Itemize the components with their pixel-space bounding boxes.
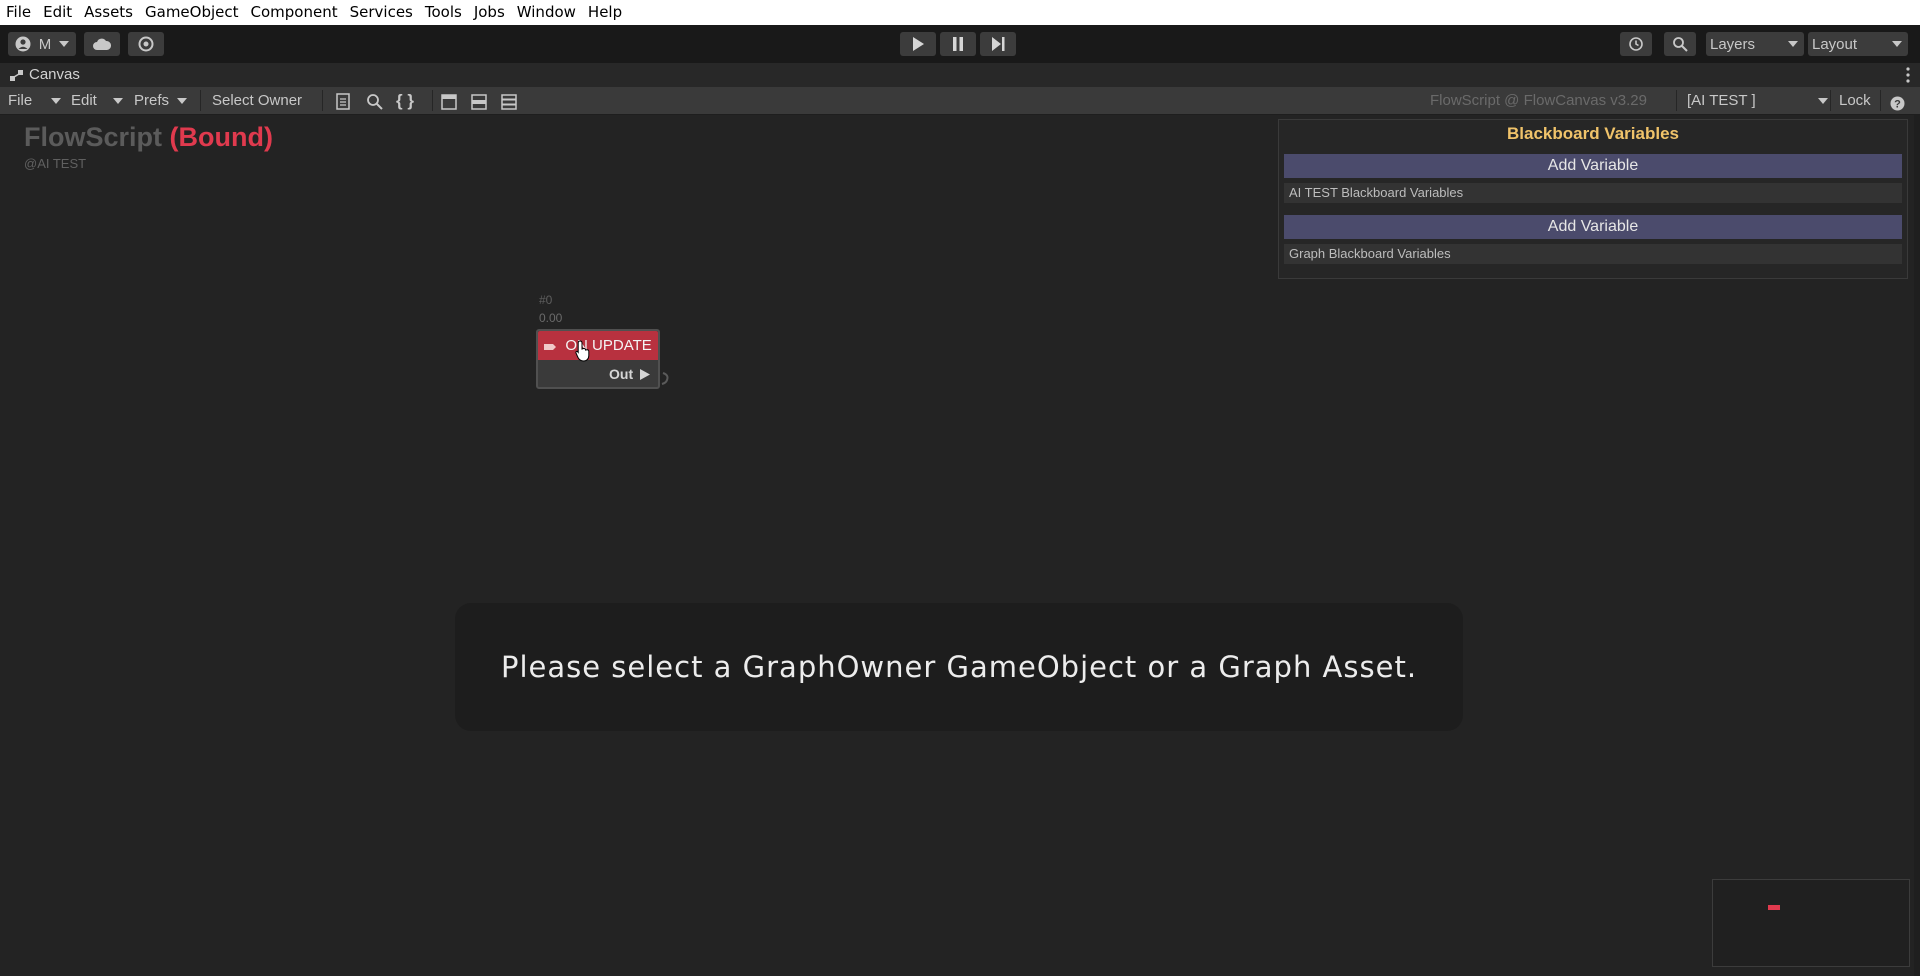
menu-help[interactable]: Help (582, 0, 628, 25)
node-header[interactable]: ON UPDATE (538, 331, 658, 360)
graph-owner-label: @AI TEST (24, 156, 87, 171)
layout-dropdown[interactable]: Layout (1808, 32, 1908, 56)
layers-dropdown[interactable]: Layers (1706, 32, 1804, 56)
search-button[interactable] (1664, 32, 1696, 56)
add-graph-variable-button[interactable]: Add Variable (1284, 215, 1902, 239)
select-owner-button[interactable]: Select Owner (212, 87, 302, 114)
chevron-down-icon (59, 41, 70, 47)
graph-bound-badge: (Bound) (169, 122, 273, 152)
lock-button[interactable]: Lock (1839, 87, 1871, 114)
panel-list-icon[interactable] (501, 92, 517, 110)
menu-bar: File Edit Assets GameObject Component Se… (0, 0, 1920, 25)
account-label: M (38, 35, 52, 53)
menu-services[interactable]: Services (344, 0, 419, 25)
mouse-cursor-icon (575, 340, 591, 367)
blackboard-title: Blackboard Variables (1507, 124, 1679, 143)
graph-title: FlowScript (Bound) (24, 122, 273, 153)
divider (200, 90, 201, 111)
history-button[interactable] (1620, 32, 1652, 56)
target-dropdown[interactable]: [AI TEST ] (1687, 87, 1830, 114)
collab-icon (138, 36, 154, 52)
out-port[interactable]: Out (609, 366, 650, 383)
chevron-down-icon (1892, 41, 1902, 47)
step-button[interactable] (980, 32, 1016, 56)
canvas-tab-icon (10, 69, 26, 86)
pause-icon (952, 37, 964, 51)
minimap-node (1768, 905, 1780, 910)
account-dropdown[interactable]: M (8, 32, 76, 56)
graph-blackboard-section[interactable]: Graph Blackboard Variables (1284, 244, 1902, 264)
tab-canvas[interactable]: Canvas (29, 66, 80, 83)
flow-arrow-icon (640, 367, 650, 383)
menu-file[interactable]: File (0, 0, 37, 25)
menu-window[interactable]: Window (511, 0, 582, 25)
menu-assets[interactable]: Assets (78, 0, 139, 25)
main-toolbar: M Layers Layout (0, 25, 1920, 63)
window-tab-bar: Canvas (0, 63, 1920, 87)
target-label: [AI TEST ] (1687, 92, 1756, 109)
minimap[interactable] (1712, 879, 1910, 967)
select-owner-message: Please select a GraphOwner GameObject or… (455, 603, 1463, 731)
document-icon[interactable] (336, 92, 350, 110)
layout-label: Layout (1812, 35, 1858, 53)
collab-button[interactable] (128, 32, 164, 56)
add-variable-button[interactable]: Add Variable (1284, 154, 1902, 178)
panel-top-icon[interactable] (441, 92, 457, 110)
cloud-icon (93, 38, 111, 50)
version-label: FlowScript @ FlowCanvas v3.29 (1430, 92, 1647, 109)
play-button[interactable] (900, 32, 936, 56)
help-icon[interactable]: ? (1890, 93, 1905, 111)
braces-icon[interactable]: { } (396, 87, 414, 114)
prefs-menu-label: Prefs (134, 92, 170, 109)
menu-edit[interactable]: Edit (37, 0, 78, 25)
menu-jobs[interactable]: Jobs (468, 0, 511, 25)
out-port-connector[interactable] (661, 372, 671, 391)
svg-text:?: ? (1894, 99, 1901, 111)
editor-toolbar: File Edit Prefs Select Owner { } FlowScr… (0, 87, 1920, 115)
menu-tools[interactable]: Tools (419, 0, 468, 25)
search-icon (1672, 36, 1688, 52)
graph-title-name: FlowScript (24, 122, 163, 152)
blackboard-panel: Blackboard Variables Add Variable AI TES… (1278, 119, 1908, 279)
cloud-button[interactable] (84, 32, 120, 56)
account-icon (15, 36, 31, 52)
panel-split-icon[interactable] (471, 92, 487, 110)
file-menu-label: File (8, 92, 33, 109)
divider (1676, 90, 1677, 111)
history-icon (1628, 36, 1644, 52)
prefs-menu[interactable]: Prefs (134, 87, 189, 114)
out-port-label: Out (609, 366, 634, 382)
play-icon (912, 37, 924, 51)
divider (432, 90, 433, 111)
message-text: Please select a GraphOwner GameObject or… (500, 650, 1418, 684)
divider (322, 90, 323, 111)
divider (1830, 90, 1831, 111)
vertical-scrollbar[interactable] (1914, 115, 1920, 976)
menu-component[interactable]: Component (245, 0, 344, 25)
node-time: 0.00 (539, 311, 563, 325)
pause-button[interactable] (940, 32, 976, 56)
on-update-node[interactable]: ON UPDATE Out (536, 329, 660, 389)
step-icon (991, 37, 1005, 51)
more-options-icon[interactable] (1906, 67, 1910, 87)
event-icon (544, 332, 557, 361)
ai-test-blackboard-section[interactable]: AI TEST Blackboard Variables (1284, 183, 1902, 203)
search-icon[interactable] (366, 92, 383, 110)
node-index: #0 (539, 293, 553, 307)
file-menu[interactable]: File (8, 87, 63, 114)
divider (1880, 90, 1881, 111)
edit-menu[interactable]: Edit (71, 87, 125, 114)
edit-menu-label: Edit (71, 92, 97, 109)
layers-label: Layers (1710, 35, 1756, 53)
menu-gameobject[interactable]: GameObject (139, 0, 245, 25)
chevron-down-icon (1788, 41, 1798, 47)
